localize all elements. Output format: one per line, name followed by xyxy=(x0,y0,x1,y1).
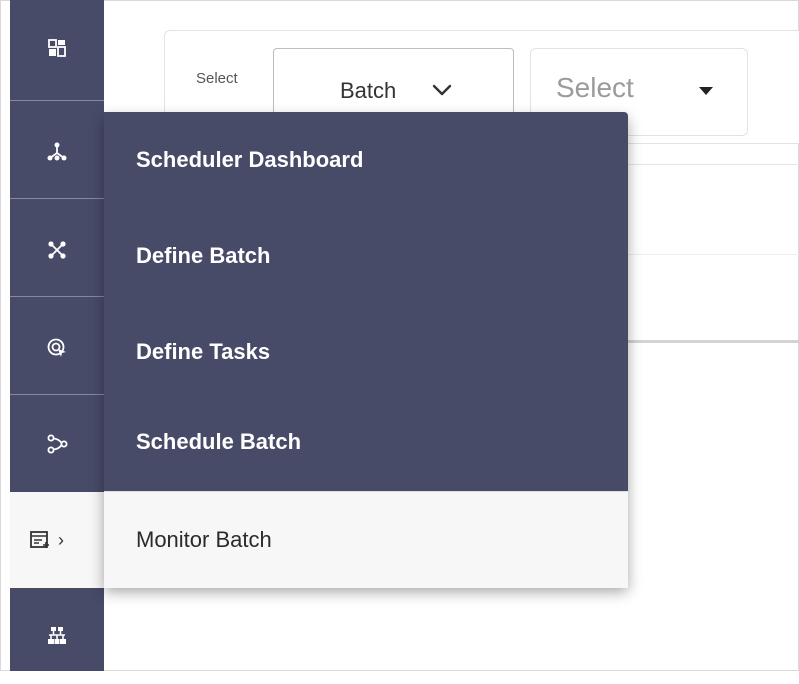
menu-item-define-batch[interactable]: Define Batch xyxy=(104,208,628,304)
rail-separator xyxy=(10,100,104,101)
batch-dropdown-value[interactable]: Batch xyxy=(340,78,396,104)
rail-separator xyxy=(10,198,104,199)
divider xyxy=(624,164,799,165)
menu-item-scheduler-dashboard[interactable]: Scheduler Dashboard xyxy=(104,112,628,208)
menu-item-schedule-batch[interactable]: Schedule Batch xyxy=(104,394,628,490)
menu-item-label: Monitor Batch xyxy=(136,527,272,552)
rail-item-target[interactable] xyxy=(10,300,104,396)
menu-item-label: Define Tasks xyxy=(136,339,271,364)
menu-item-monitor-batch[interactable]: Monitor Batch xyxy=(104,491,628,588)
target-cursor-icon xyxy=(47,338,66,357)
select-label: Select xyxy=(196,70,238,87)
menu-item-label: Scheduler Dashboard xyxy=(136,147,364,172)
dashboard-grid-icon xyxy=(48,39,66,57)
task-list-icon xyxy=(30,531,49,548)
divider xyxy=(624,254,799,255)
chevron-right-icon: › xyxy=(58,529,64,550)
chevron-down-icon[interactable] xyxy=(430,78,454,102)
menu-item-define-tasks[interactable]: Define Tasks xyxy=(104,304,628,400)
workflow-icon xyxy=(47,434,68,454)
caret-down-icon[interactable] xyxy=(696,84,716,98)
secondary-dropdown-placeholder[interactable]: Select xyxy=(556,72,634,104)
rail-item-dashboard[interactable] xyxy=(10,0,104,96)
rail-item-workflow[interactable] xyxy=(10,396,104,492)
rail-separator xyxy=(10,296,104,297)
network-nodes-icon xyxy=(48,241,66,259)
hierarchy-icon xyxy=(47,142,67,161)
scheduler-flyout-menu: Scheduler Dashboard Define Batch Define … xyxy=(104,112,628,588)
rail-separator xyxy=(10,394,104,395)
rail-item-org[interactable] xyxy=(10,588,104,684)
divider xyxy=(624,340,799,343)
left-nav-rail: › xyxy=(10,0,114,671)
rail-item-hierarchy[interactable] xyxy=(10,104,104,200)
rail-item-network[interactable] xyxy=(10,202,104,298)
rail-item-tasks[interactable]: › xyxy=(10,492,114,588)
menu-item-label: Schedule Batch xyxy=(136,429,302,454)
menu-item-label: Define Batch xyxy=(136,243,271,268)
org-chart-icon xyxy=(48,627,66,644)
